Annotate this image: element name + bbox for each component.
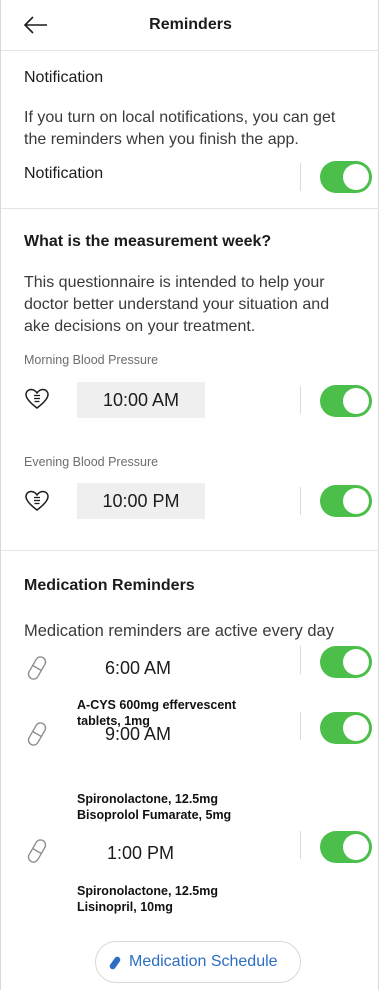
evening-bp-toggle[interactable]	[320, 485, 372, 517]
separator	[300, 487, 301, 515]
nav-bar: Reminders	[1, 0, 379, 51]
pill-icon	[27, 656, 47, 680]
notification-section-title: Notification	[24, 69, 104, 86]
section-divider	[1, 208, 379, 209]
pill-icon	[27, 722, 47, 746]
separator	[300, 712, 301, 740]
notification-description: If you turn on local notifications, you …	[24, 109, 336, 148]
med-time[interactable]: 6:00 AM	[105, 658, 171, 679]
medication-schedule-label: Medication Schedule	[129, 953, 278, 970]
morning-bp-time[interactable]: 10:00 AM	[77, 382, 205, 418]
measurement-section-title: What is the measurement week?	[24, 233, 272, 250]
separator	[300, 386, 301, 414]
med-reminder-toggle[interactable]	[320, 712, 372, 744]
medication-schedule-button[interactable]: Medication Schedule	[95, 941, 301, 983]
screen: Reminders Notification If you turn on lo…	[0, 0, 379, 990]
heart-icon	[25, 388, 49, 409]
med-reminder-toggle[interactable]	[320, 831, 372, 863]
pill-icon	[27, 839, 47, 863]
heart-icon	[25, 490, 49, 511]
pill-icon	[109, 956, 121, 970]
morning-bp-toggle[interactable]	[320, 385, 372, 417]
notification-toggle-label: Notification	[24, 165, 104, 182]
evening-bp-label: Evening Blood Pressure	[24, 455, 159, 469]
medication-description: Medication reminders are active every da…	[24, 622, 334, 640]
section-divider	[1, 550, 379, 551]
separator	[300, 646, 301, 674]
med-name: Spironolactone, 12.5mg Lisinopril, 10mg	[77, 884, 219, 914]
med-time[interactable]: 9:00 AM	[105, 724, 171, 745]
med-time[interactable]: 1:00 PM	[107, 843, 174, 864]
med-name: Spironolactone, 12.5mg Bisoprolol Fumara…	[77, 792, 232, 822]
evening-bp-time[interactable]: 10:00 PM	[77, 483, 205, 519]
separator	[300, 831, 301, 859]
morning-bp-label: Morning Blood Pressure	[24, 353, 159, 367]
notification-toggle[interactable]	[320, 161, 372, 193]
page-title: Reminders	[149, 16, 232, 33]
med-reminder-toggle[interactable]	[320, 646, 372, 678]
measurement-description: This questionnaire is intended to help y…	[24, 274, 330, 335]
separator	[300, 163, 301, 191]
medication-section-title: Medication Reminders	[24, 577, 195, 594]
